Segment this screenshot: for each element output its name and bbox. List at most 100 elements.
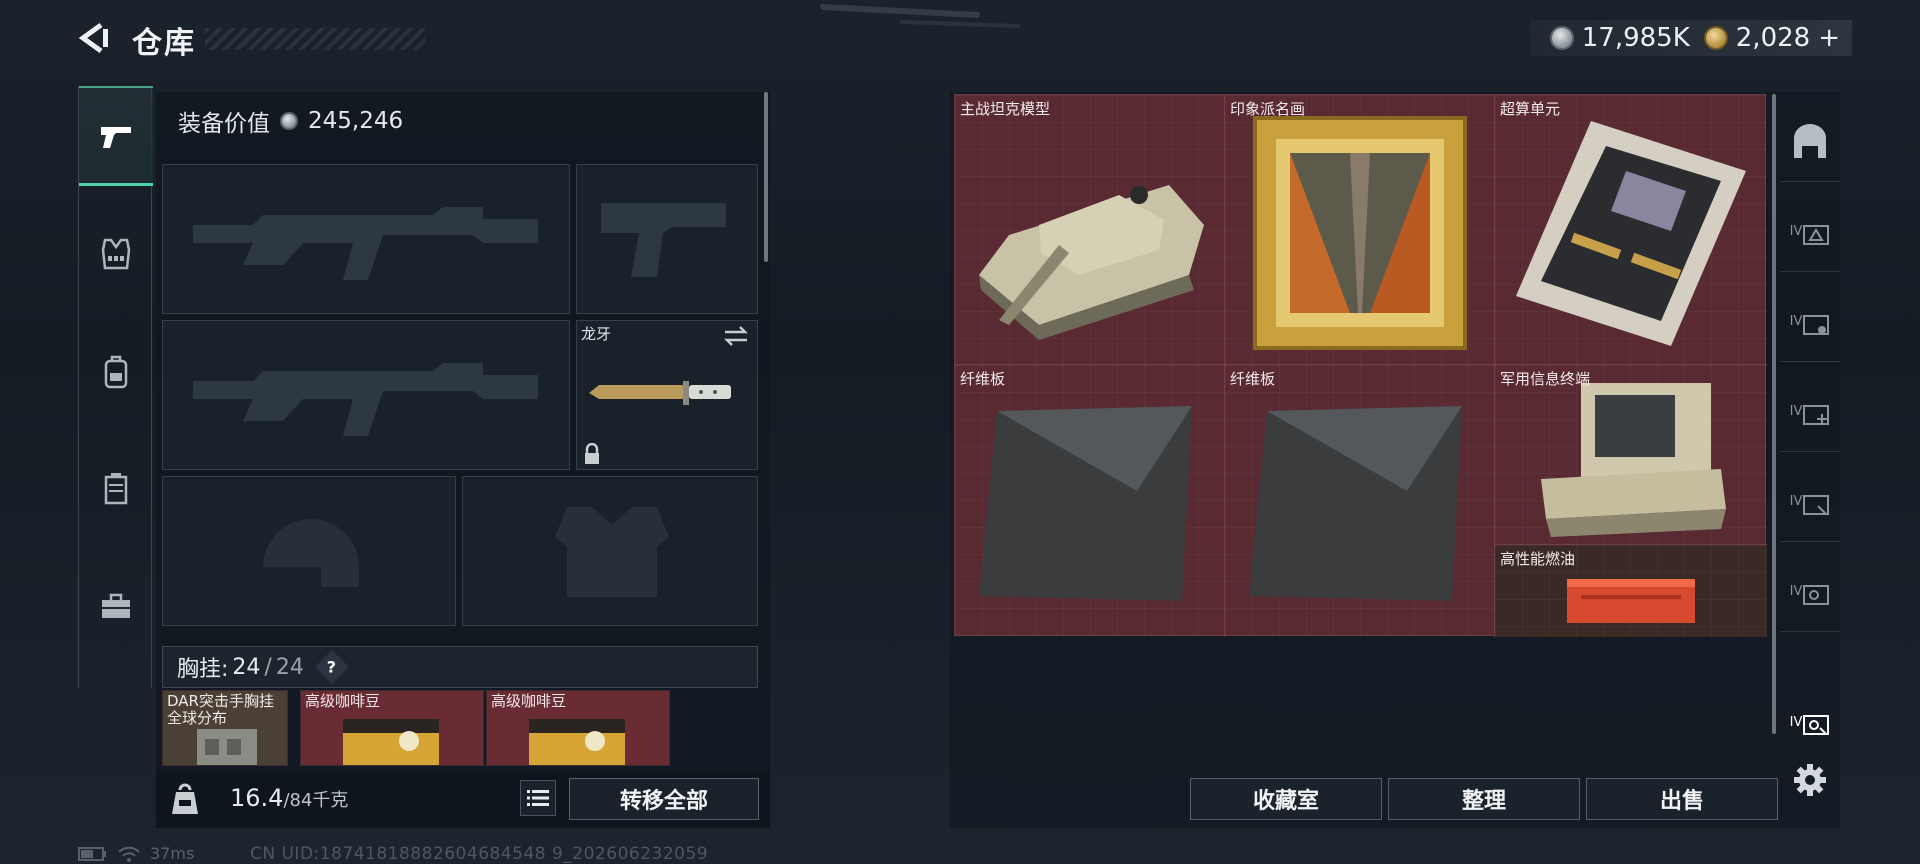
gold-coin-icon: [1703, 26, 1728, 50]
stash-item[interactable]: 超算单元: [1495, 95, 1767, 365]
rifle-silhouette-icon: [193, 363, 538, 436]
stash-tab-label: IV: [1789, 714, 1803, 730]
tab-stash-6[interactable]: IV: [1780, 682, 1840, 762]
swap-icon[interactable]: [723, 325, 749, 347]
equipment-value: 装备价值 245,246: [178, 104, 403, 138]
stash-item-label: 主战坦克模型: [960, 100, 1051, 118]
stash-tab-label: IV: [1789, 404, 1803, 419]
stash-tab-label: IV: [1789, 224, 1803, 239]
secondary-weapon-slot[interactable]: [162, 320, 570, 470]
chest-rig-icon: [197, 729, 257, 765]
coffee-bean-box-icon: [529, 719, 625, 765]
status-bar: 37ms: [78, 844, 194, 863]
equipment-value-amount: 245,246: [308, 108, 404, 134]
settings-button[interactable]: [1790, 760, 1830, 800]
vest-icon: [101, 238, 131, 270]
organize-button[interactable]: 整理: [1388, 778, 1580, 820]
rifle-silhouette-icon: [193, 207, 538, 280]
painting-icon: [1253, 116, 1467, 350]
stash-item-label: 军用信息终端: [1500, 370, 1591, 388]
sidearm-slot[interactable]: [576, 164, 758, 314]
list-view-button[interactable]: [520, 780, 556, 816]
stash-folder-icon: [1803, 314, 1830, 335]
stash-item-label: 印象派名画: [1230, 100, 1306, 118]
rig-item[interactable]: 高级咖啡豆: [300, 690, 484, 766]
stash-item[interactable]: 高性能燃油: [1495, 545, 1767, 637]
gold-currency[interactable]: 2,028 +: [1703, 23, 1840, 53]
tab-tools[interactable]: [79, 556, 153, 656]
stash-scrollbar[interactable]: [1772, 94, 1776, 734]
silver-currency: 17,985K: [1549, 23, 1690, 53]
chest-rig-separator: /: [264, 654, 272, 680]
military-terminal-icon: [1541, 383, 1726, 537]
transfer-all-button[interactable]: 转移全部: [569, 778, 759, 820]
rig-item[interactable]: 高级咖啡豆: [486, 690, 670, 766]
fiberboard-icon: [979, 406, 1192, 601]
melee-item-label: 龙牙: [581, 325, 612, 343]
stash-tab-label: IV: [1789, 584, 1803, 599]
helmet-silhouette-icon: [263, 519, 359, 587]
stash-item-label: 超算单元: [1500, 100, 1561, 118]
melee-slot[interactable]: 龙牙: [576, 320, 758, 470]
primary-weapon-slot[interactable]: [162, 164, 570, 314]
tab-armor[interactable]: [79, 204, 153, 304]
tab-stash-3[interactable]: IV: [1780, 372, 1840, 452]
rig-item[interactable]: DAR突击手胸挂全球分布: [162, 690, 288, 766]
stash-folder-icon: [1803, 224, 1830, 245]
collection-room-button[interactable]: 收藏室: [1190, 778, 1382, 820]
rig-item-label: 高级咖啡豆: [491, 692, 567, 710]
currency-bar: 17,985K 2,028 +: [1530, 20, 1852, 56]
tab-weapons[interactable]: [79, 86, 153, 186]
stash-item-label: 纤维板: [1230, 370, 1276, 388]
stash-folder-icon: [1803, 404, 1830, 425]
gold-add-button[interactable]: +: [1818, 23, 1840, 53]
pistol-silhouette-icon: [601, 203, 726, 277]
loadout-scrollbar[interactable]: [764, 92, 768, 262]
tab-stash-1[interactable]: IV: [1780, 192, 1840, 272]
tab-backpack[interactable]: [79, 322, 153, 422]
silver-coin-icon: [280, 112, 298, 130]
helmet-slot[interactable]: [162, 476, 456, 626]
help-icon: ?: [327, 657, 337, 677]
tab-stash-2[interactable]: IV: [1780, 282, 1840, 362]
tab-stash-5[interactable]: IV: [1780, 552, 1840, 632]
chest-rig-capacity: 24: [275, 654, 304, 680]
stash-item[interactable]: 印象派名画: [1225, 95, 1495, 365]
player-uid: CN UID:18741818882604684548 9_2026062320…: [250, 844, 709, 864]
background-streak: [819, 3, 981, 19]
ping-value: 37ms: [150, 844, 195, 863]
stash-grid: 主战坦克模型 印象派名画 超算单元 纤维板 纤维板 军用信息终端 高性能燃油: [954, 94, 1767, 637]
help-button[interactable]: ?: [314, 650, 349, 684]
stash-item-label: 纤维板: [960, 370, 1006, 388]
stash-item[interactable]: 军用信息终端: [1495, 365, 1767, 545]
list-icon: [527, 790, 549, 806]
rig-item-label: DAR突击手胸挂全球分布: [167, 692, 274, 727]
wifi-icon: [118, 846, 140, 862]
stash-folder-icon: [1803, 584, 1830, 605]
warehouse-icon: [1794, 123, 1826, 158]
tab-pouch[interactable]: [79, 438, 153, 538]
sell-button[interactable]: 出售: [1586, 778, 1778, 820]
stash-folder-icon: [1803, 494, 1830, 515]
body-armor-slot[interactable]: [462, 476, 758, 626]
gold-amount: 2,028: [1735, 23, 1811, 53]
supercomputer-unit-icon: [1516, 121, 1746, 346]
background-streak: [899, 19, 1021, 29]
tab-stash-all[interactable]: [1780, 102, 1840, 182]
stash-tab-label: IV: [1789, 494, 1803, 509]
pistol-icon: [101, 126, 131, 148]
carry-weight-current: 16.4: [230, 784, 284, 812]
stash-item[interactable]: 纤维板: [1225, 365, 1495, 637]
stash-item[interactable]: 纤维板: [955, 365, 1225, 637]
back-button[interactable]: [74, 18, 114, 58]
backpack-icon: [104, 355, 128, 389]
carry-weight: 16.4/84千克: [230, 784, 348, 812]
stash-tabs: IV IV IV IV IV IV: [1780, 92, 1840, 772]
page-title: 仓库: [132, 26, 196, 61]
chest-rig-label: 胸挂:: [177, 657, 229, 682]
silver-amount: 17,985K: [1581, 23, 1690, 53]
stash-item[interactable]: 主战坦克模型: [955, 95, 1225, 365]
gear-icon: [1794, 764, 1826, 796]
weight-icon: [172, 783, 198, 814]
tab-stash-4[interactable]: IV: [1780, 462, 1840, 542]
